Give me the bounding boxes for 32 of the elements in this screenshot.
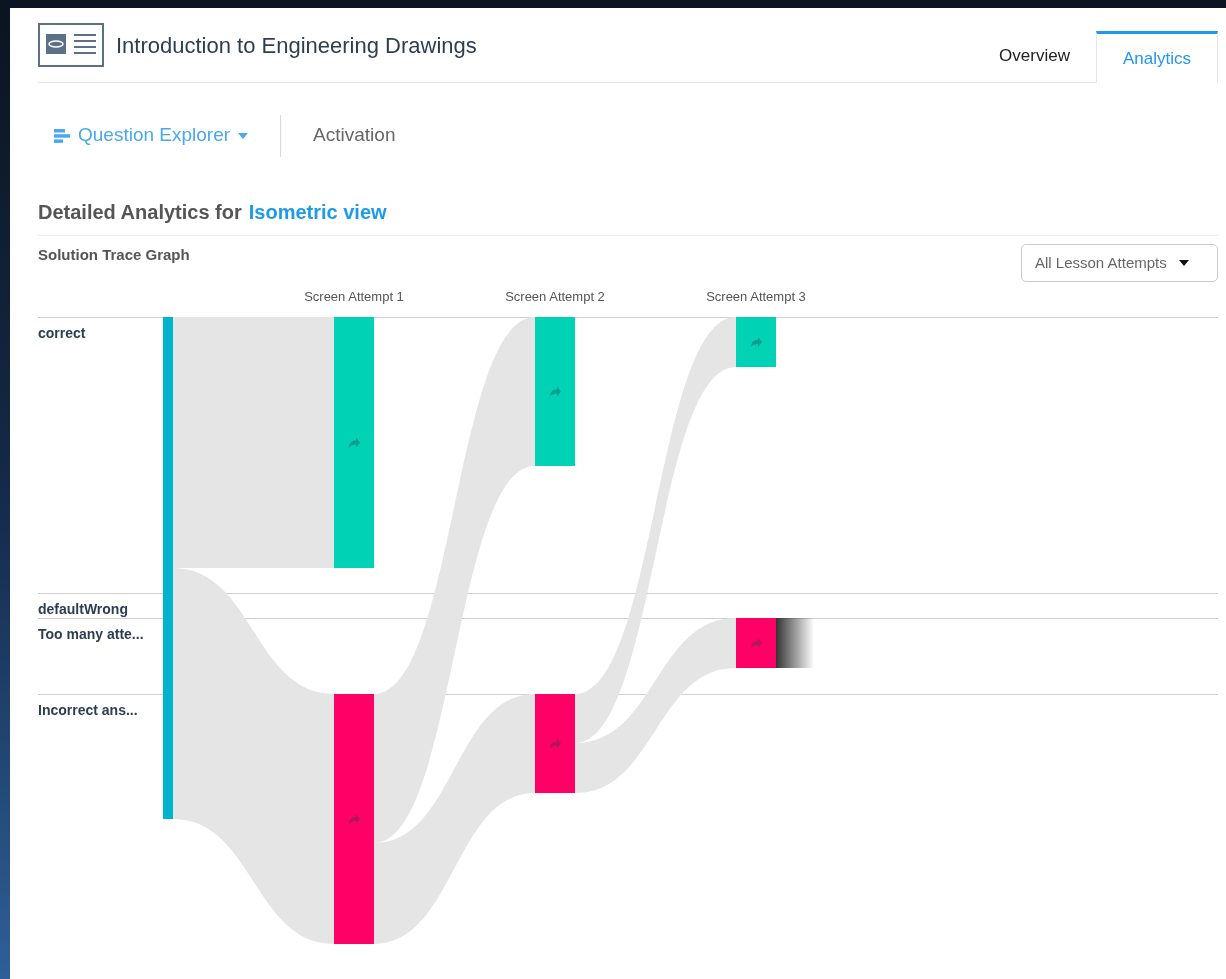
lesson-icon xyxy=(38,23,104,67)
forward-arrow-icon xyxy=(349,814,360,824)
column-header: Screen Attempt 3 xyxy=(706,288,806,306)
correct-node[interactable] xyxy=(334,317,374,568)
forward-arrow-icon xyxy=(550,738,561,749)
bar-chart-icon xyxy=(54,127,70,144)
column-header: Screen Attempt 2 xyxy=(505,288,605,306)
forward-arrow-icon xyxy=(550,386,561,397)
question-link[interactable]: Isometric view xyxy=(248,196,387,227)
correct-node[interactable] xyxy=(535,317,575,466)
activation-link[interactable]: Activation xyxy=(313,121,396,150)
caret-icon xyxy=(238,132,249,139)
incorrect-node[interactable] xyxy=(334,694,374,944)
row-label: correct xyxy=(38,325,86,341)
attempts-dropdown[interactable]: All Lesson Attempts xyxy=(1021,244,1218,282)
incorrect-node[interactable] xyxy=(736,618,776,668)
incorrect-node[interactable] xyxy=(535,694,575,793)
row-label: defaultWrong xyxy=(38,601,128,617)
dropoff-shadow xyxy=(776,618,814,668)
correct-node[interactable] xyxy=(736,317,776,367)
caret-icon xyxy=(1178,260,1189,266)
row-label: Incorrect ans... xyxy=(38,702,138,718)
section-heading: Detailed Analytics for xyxy=(38,199,242,225)
tab[interactable]: Overview xyxy=(973,30,1096,82)
forward-arrow-icon xyxy=(349,437,360,448)
tab[interactable]: Analytics xyxy=(1095,31,1218,83)
graph-title: Solution Trace Graph xyxy=(38,245,190,265)
column-header: Screen Attempt 1 xyxy=(304,288,404,306)
forward-arrow-icon xyxy=(751,337,762,347)
forward-arrow-icon xyxy=(751,638,762,648)
course-title: Introduction to Engineering Drawings xyxy=(116,31,477,60)
row-label: Too many atte... xyxy=(38,626,144,642)
